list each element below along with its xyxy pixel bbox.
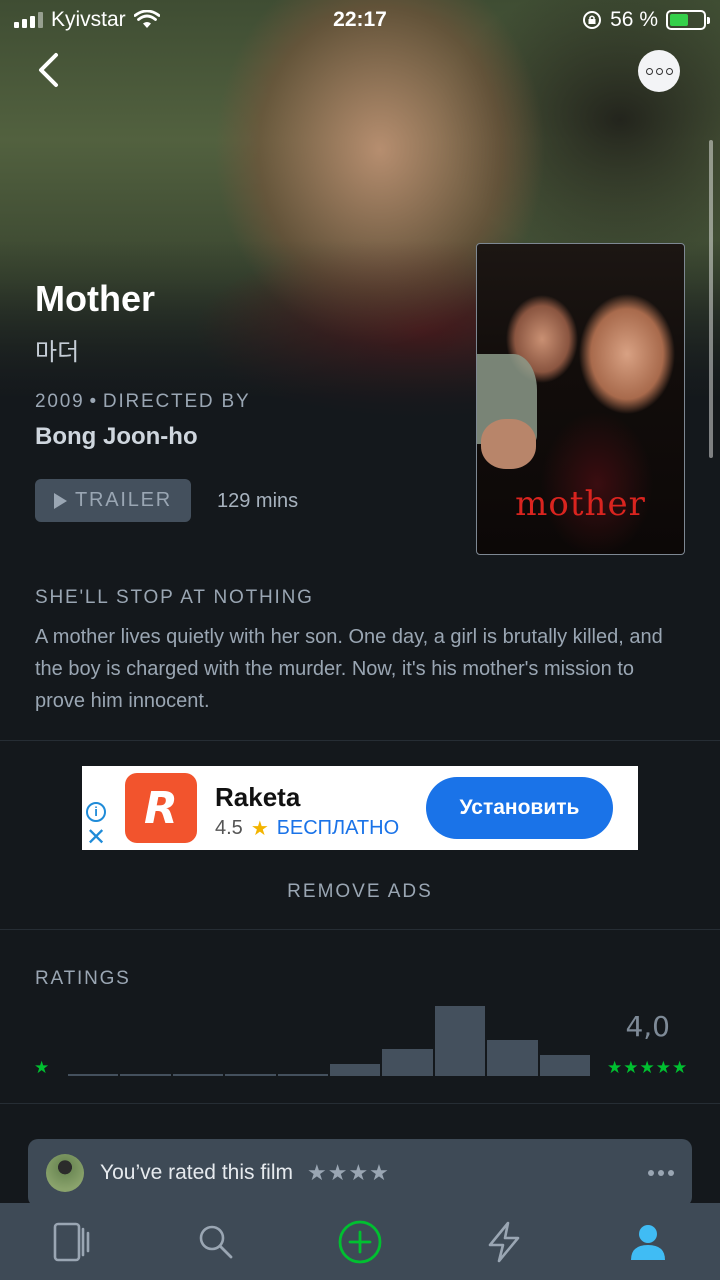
poster-figure — [481, 419, 536, 469]
ad-price: БЕСПЛАТНО — [276, 817, 400, 839]
original-title: 마더 — [35, 338, 80, 366]
tab-search[interactable] — [144, 1203, 288, 1280]
avatar[interactable] — [46, 1154, 84, 1192]
ad-install-button[interactable]: Установить — [426, 777, 613, 839]
profile-icon — [631, 1224, 665, 1260]
histogram-bar[interactable] — [487, 1039, 538, 1076]
wifi-icon — [133, 10, 160, 28]
histogram-bar[interactable] — [434, 1006, 486, 1076]
ad-banner[interactable]: i ✕ R Raketa 4.5 ★ БЕСПЛАТНО Установить — [82, 766, 638, 850]
tab-films[interactable] — [0, 1203, 144, 1280]
ad-app-meta: 4.5 ★ БЕСПЛАТНО — [215, 816, 399, 841]
battery-percent: 56 % — [610, 8, 658, 31]
tab-activity[interactable] — [432, 1203, 576, 1280]
add-icon — [338, 1220, 382, 1263]
histogram-bar[interactable] — [172, 1074, 224, 1076]
trailer-button[interactable]: TRAILER — [35, 479, 191, 522]
tab-profile[interactable] — [576, 1203, 720, 1280]
search-icon — [199, 1225, 233, 1258]
min-star-icon: ★ — [34, 1058, 50, 1077]
ad-rating: 4.5 — [215, 817, 243, 839]
runtime: 129 mins — [217, 490, 299, 512]
ad-close-icon[interactable]: ✕ — [86, 826, 106, 850]
play-icon — [53, 492, 67, 509]
battery-icon — [666, 10, 710, 30]
ratings-histogram[interactable] — [68, 1006, 590, 1076]
histogram-bar[interactable] — [277, 1074, 328, 1076]
ad-info-icon[interactable]: i — [86, 802, 106, 822]
histogram-bar[interactable] — [539, 1055, 590, 1076]
more-options-button[interactable] — [638, 50, 680, 92]
film-poster[interactable]: mother — [476, 243, 685, 555]
divider — [0, 1103, 720, 1104]
tab-bar — [0, 1203, 720, 1280]
tagline: SHE'LL STOP AT NOTHING — [35, 587, 314, 608]
tab-add[interactable] — [288, 1203, 432, 1280]
release-year[interactable]: 2009 — [35, 391, 84, 412]
rated-text: You’ve rated this film — [100, 1161, 293, 1184]
directed-by-label: DIRECTED BY — [102, 391, 251, 412]
cellular-signal-icon — [14, 12, 43, 28]
films-icon — [53, 1222, 90, 1261]
trailer-label: TRAILER — [74, 489, 173, 511]
back-chevron-icon[interactable] — [30, 50, 70, 90]
divider — [0, 929, 720, 930]
film-title: Mother — [35, 278, 155, 319]
histogram-bar[interactable] — [382, 1049, 433, 1076]
divider — [0, 740, 720, 741]
ad-app-name[interactable]: Raketa — [215, 782, 300, 813]
scrollbar[interactable] — [709, 140, 713, 458]
ratings-label: RATINGS — [35, 968, 131, 989]
status-bar: Kyivstar 22:17 56 % — [0, 0, 720, 40]
average-rating: 4,0 — [625, 1010, 670, 1043]
histogram-bar[interactable] — [225, 1074, 276, 1076]
synopsis: A mother lives quietly with her son. One… — [35, 626, 663, 712]
star-icon: ★ — [250, 818, 269, 840]
director-link[interactable]: Bong Joon-ho — [35, 423, 198, 451]
remove-ads-link[interactable]: REMOVE ADS — [0, 881, 720, 903]
histogram-bar[interactable] — [330, 1064, 381, 1076]
max-stars-icon: ★★★★★ — [607, 1058, 689, 1077]
histogram-bar[interactable] — [68, 1074, 119, 1076]
rotation-lock-icon — [583, 11, 602, 29]
carrier-name: Kyivstar — [51, 8, 126, 31]
poster-title: mother — [515, 484, 646, 524]
lightning-icon — [488, 1221, 520, 1262]
user-rating-bar[interactable]: You’ve rated this film ★★★★ — [28, 1139, 692, 1207]
rating-more-button[interactable] — [648, 1170, 674, 1176]
user-rating-stars: ★★★★ — [307, 1160, 390, 1185]
histogram-bar[interactable] — [120, 1074, 171, 1076]
raketa-app-icon[interactable]: R — [125, 773, 197, 843]
film-meta: 2009 • DIRECTED BY — [35, 391, 251, 412]
